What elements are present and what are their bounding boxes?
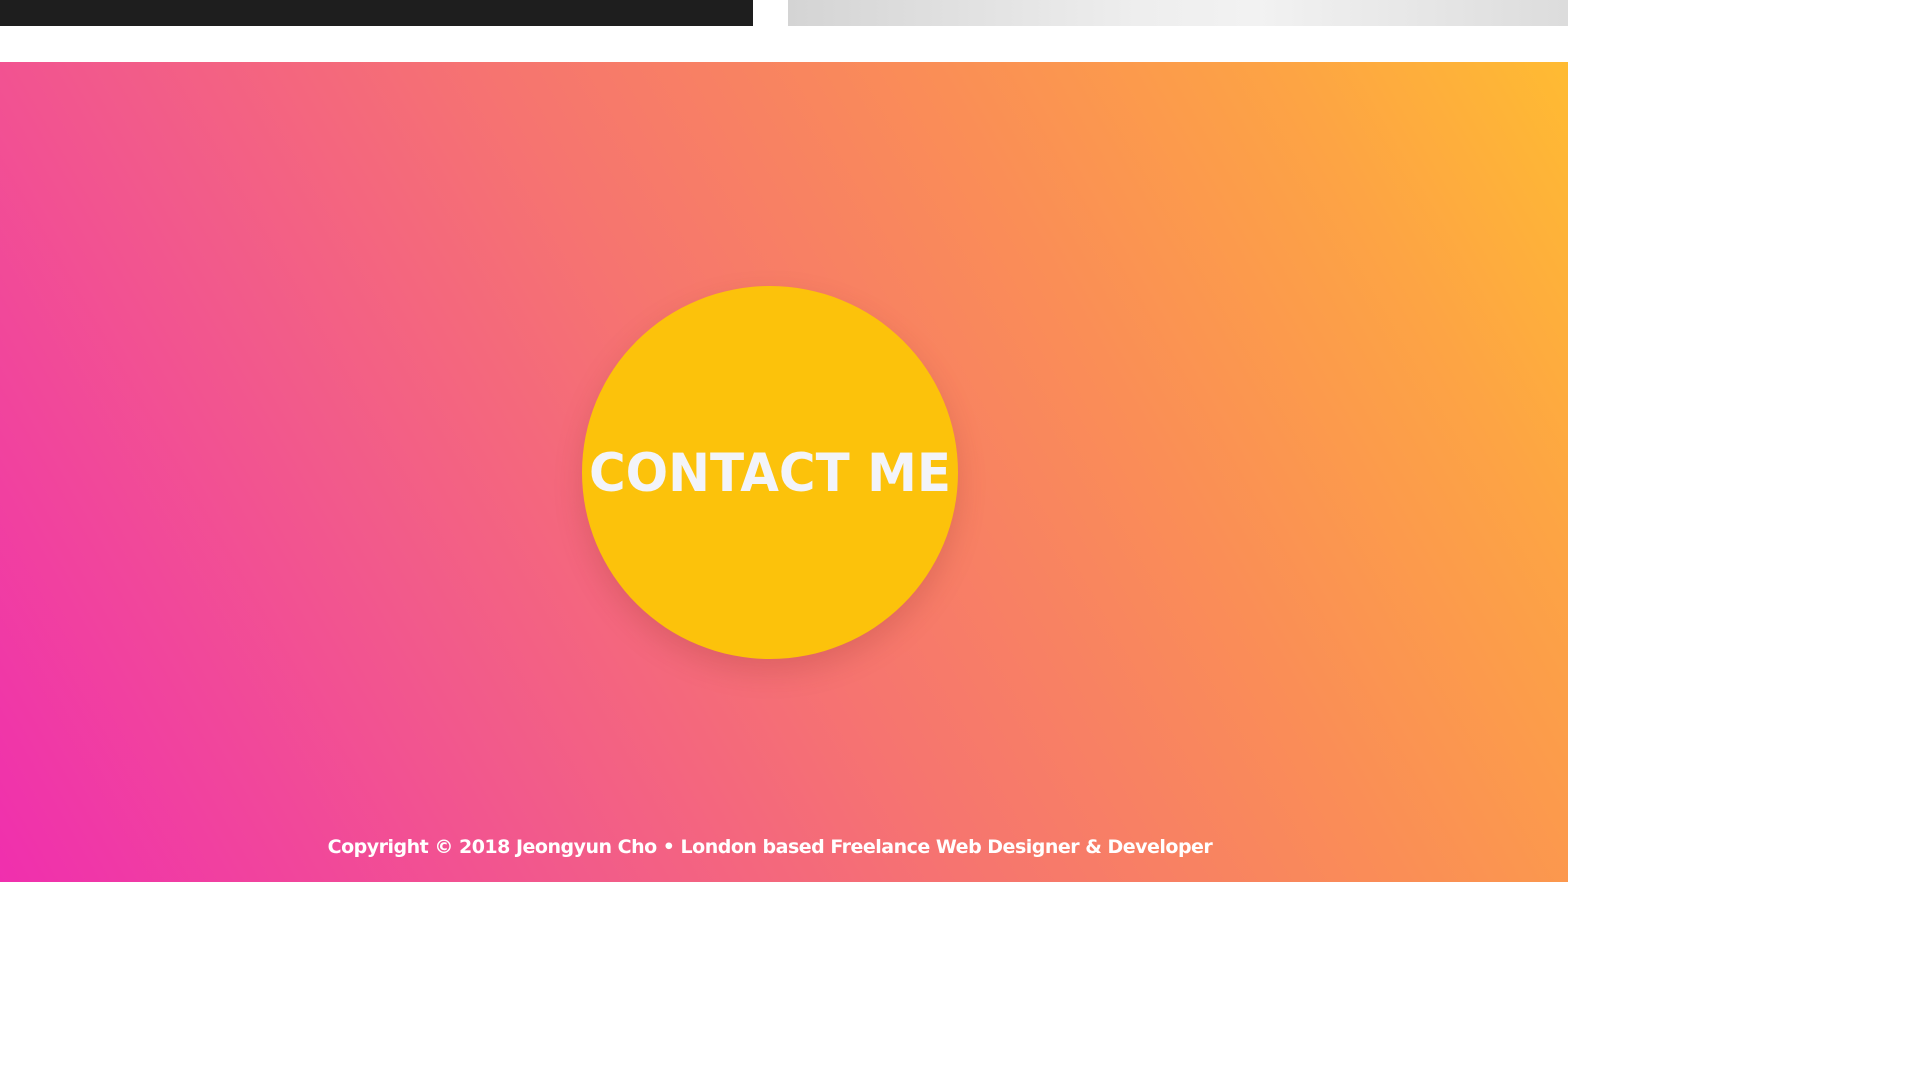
contact-me-button[interactable]: CONTACT ME — [582, 286, 958, 659]
portfolio-thumbnail-dark[interactable] — [0, 0, 753, 26]
top-strip — [0, 0, 1568, 62]
footer-copyright: Copyright © 2018 Jeongyun Cho • London b… — [327, 836, 1213, 858]
page: CONTACT ME Copyright © 2018 Jeongyun Cho… — [0, 0, 1568, 882]
contact-section: CONTACT ME Copyright © 2018 Jeongyun Cho… — [0, 62, 1568, 882]
contact-me-label: CONTACT ME — [588, 442, 952, 503]
portfolio-thumbnail-light[interactable] — [788, 0, 1568, 26]
